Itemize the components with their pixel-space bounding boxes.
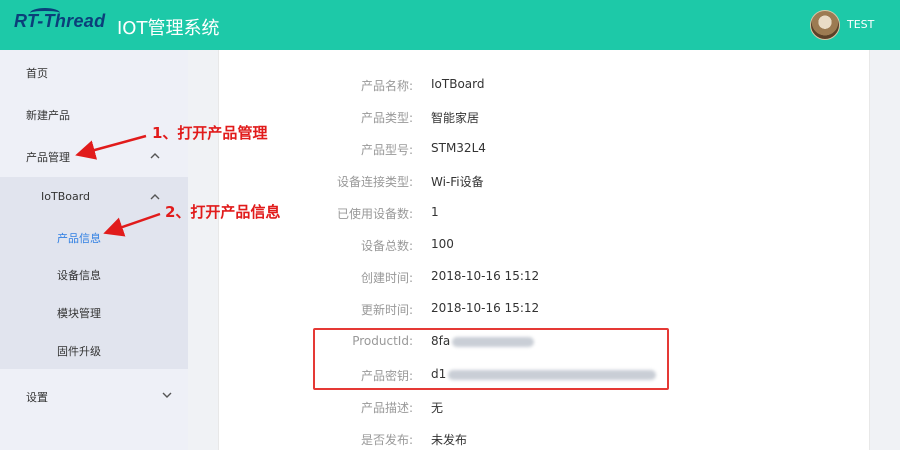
annotation-arrows (75, 134, 161, 237)
annotation-step-2: 2、打开产品信息 (165, 203, 281, 221)
arrow-to-product-management (75, 134, 147, 160)
annotation-step-1: 1、打开产品管理 (152, 124, 268, 142)
arrow-to-product-info (103, 212, 161, 237)
